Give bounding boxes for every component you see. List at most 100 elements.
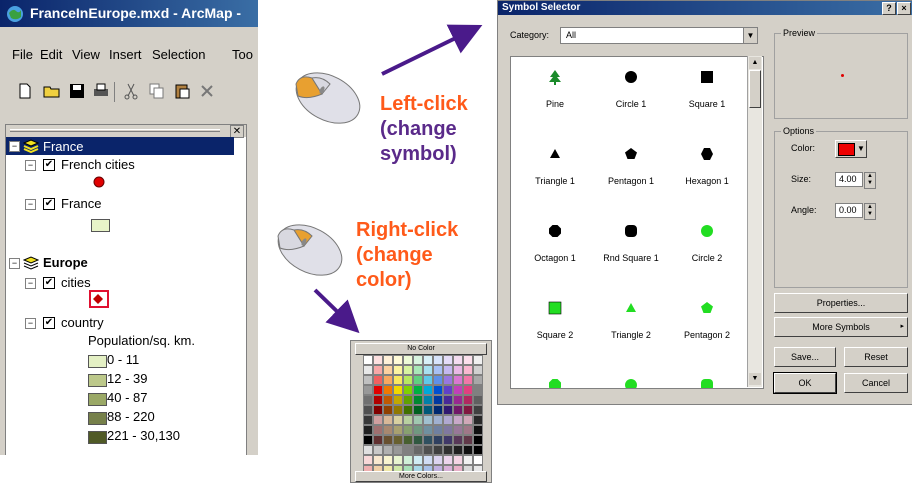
color-cell[interactable] xyxy=(473,445,483,455)
color-cell[interactable] xyxy=(443,385,453,395)
color-cell[interactable] xyxy=(463,445,473,455)
color-cell[interactable] xyxy=(453,445,463,455)
color-cell[interactable] xyxy=(423,405,433,415)
color-cell[interactable] xyxy=(383,405,393,415)
color-cell[interactable] xyxy=(463,375,473,385)
color-cell[interactable] xyxy=(413,435,423,445)
color-cell[interactable] xyxy=(473,355,483,365)
color-cell[interactable] xyxy=(393,395,403,405)
reset-button[interactable]: Reset xyxy=(844,347,908,367)
legend-swatch-4[interactable] xyxy=(88,412,107,425)
scroll-up-button[interactable]: ▲ xyxy=(749,57,761,69)
color-cell[interactable] xyxy=(473,455,483,465)
legend-swatch-2[interactable] xyxy=(88,374,107,387)
color-cell[interactable] xyxy=(393,405,403,415)
color-cell[interactable] xyxy=(393,375,403,385)
color-cell[interactable] xyxy=(463,425,473,435)
color-cell[interactable] xyxy=(423,415,433,425)
color-cell[interactable] xyxy=(363,405,373,415)
color-cell[interactable] xyxy=(373,395,383,405)
save-button[interactable]: Save... xyxy=(774,347,836,367)
color-cell[interactable] xyxy=(393,385,403,395)
france-fill-symbol[interactable] xyxy=(91,219,110,232)
color-cell[interactable] xyxy=(423,425,433,435)
layer-name-country[interactable]: country xyxy=(61,315,104,330)
color-cell[interactable] xyxy=(383,445,393,455)
color-cell[interactable] xyxy=(443,405,453,415)
color-cell[interactable] xyxy=(413,395,423,405)
collapse-cities-button[interactable]: − xyxy=(25,278,36,289)
color-cell[interactable] xyxy=(453,385,463,395)
symbol-list-scrollbar[interactable]: ▲ ▼ xyxy=(747,56,762,387)
color-cell[interactable] xyxy=(443,375,453,385)
symbol-cell[interactable]: Square 1 xyxy=(669,69,745,113)
menu-selection[interactable]: Selection xyxy=(152,47,205,62)
color-cell[interactable] xyxy=(403,365,413,375)
color-cell[interactable] xyxy=(383,375,393,385)
color-cell[interactable] xyxy=(453,455,463,465)
scroll-thumb[interactable] xyxy=(749,70,761,108)
close-button[interactable]: × xyxy=(897,2,911,15)
group-name-france[interactable]: France xyxy=(43,139,83,154)
no-color-button[interactable]: No Color xyxy=(355,343,487,355)
color-cell[interactable] xyxy=(413,415,423,425)
size-spinner[interactable]: ▲ ▼ xyxy=(864,172,876,189)
symbol-cell[interactable]: Pentagon 1 xyxy=(593,146,669,190)
color-cell[interactable] xyxy=(373,415,383,425)
symbol-cell[interactable]: Hexagon 1 xyxy=(669,146,745,190)
color-cell[interactable] xyxy=(473,375,483,385)
color-cell[interactable] xyxy=(423,455,433,465)
color-cell[interactable] xyxy=(423,355,433,365)
color-cell[interactable] xyxy=(473,405,483,415)
color-cell[interactable] xyxy=(433,425,443,435)
collapse-france-layer-button[interactable]: − xyxy=(25,199,36,210)
collapse-europe-button[interactable]: − xyxy=(9,258,20,269)
color-cell[interactable] xyxy=(373,445,383,455)
symbol-cell[interactable] xyxy=(669,377,745,388)
color-cell[interactable] xyxy=(453,365,463,375)
color-cell[interactable] xyxy=(363,425,373,435)
angle-input[interactable]: 0.00 xyxy=(835,203,863,218)
color-cell[interactable] xyxy=(373,375,383,385)
color-cell[interactable] xyxy=(363,365,373,375)
color-cell[interactable] xyxy=(433,395,443,405)
color-cell[interactable] xyxy=(433,405,443,415)
collapse-france-button[interactable]: − xyxy=(9,141,20,152)
color-cell[interactable] xyxy=(383,425,393,435)
properties-button[interactable]: Properties... xyxy=(774,293,908,313)
symbol-cell[interactable]: Rnd Square 1 xyxy=(593,223,669,267)
layer-name-french-cities[interactable]: French cities xyxy=(61,157,135,172)
color-cell[interactable] xyxy=(423,445,433,455)
color-cell[interactable] xyxy=(473,365,483,375)
scroll-down-button[interactable]: ▼ xyxy=(749,373,761,385)
color-cell[interactable] xyxy=(433,415,443,425)
color-cell[interactable] xyxy=(463,415,473,425)
symbol-cell[interactable]: Circle 2 xyxy=(669,223,745,267)
open-folder-icon[interactable] xyxy=(42,82,60,100)
category-dropdown[interactable]: All ▼ xyxy=(560,27,758,44)
color-cell[interactable] xyxy=(433,445,443,455)
color-cell[interactable] xyxy=(423,385,433,395)
size-input[interactable]: 4.00 xyxy=(835,172,863,187)
symbol-cell[interactable]: Circle 1 xyxy=(593,69,669,113)
color-cell[interactable] xyxy=(463,365,473,375)
color-cell[interactable] xyxy=(473,385,483,395)
print-icon[interactable] xyxy=(92,82,110,100)
color-cell[interactable] xyxy=(433,435,443,445)
collapse-country-button[interactable]: − xyxy=(25,318,36,329)
color-cell[interactable] xyxy=(393,425,403,435)
color-cell[interactable] xyxy=(393,415,403,425)
color-cell[interactable] xyxy=(363,415,373,425)
visibility-checkbox-cities[interactable]: ✔ xyxy=(43,277,55,289)
cut-icon[interactable] xyxy=(122,82,140,100)
color-cell[interactable] xyxy=(413,445,423,455)
color-cell[interactable] xyxy=(443,355,453,365)
color-cell[interactable] xyxy=(433,355,443,365)
color-cell[interactable] xyxy=(383,395,393,405)
color-cell[interactable] xyxy=(403,395,413,405)
angle-spinner[interactable]: ▲ ▼ xyxy=(864,203,876,220)
visibility-checkbox-country[interactable]: ✔ xyxy=(43,317,55,329)
color-cell[interactable] xyxy=(403,415,413,425)
color-cell[interactable] xyxy=(403,405,413,415)
color-picker-button[interactable]: ▼ xyxy=(835,140,867,158)
